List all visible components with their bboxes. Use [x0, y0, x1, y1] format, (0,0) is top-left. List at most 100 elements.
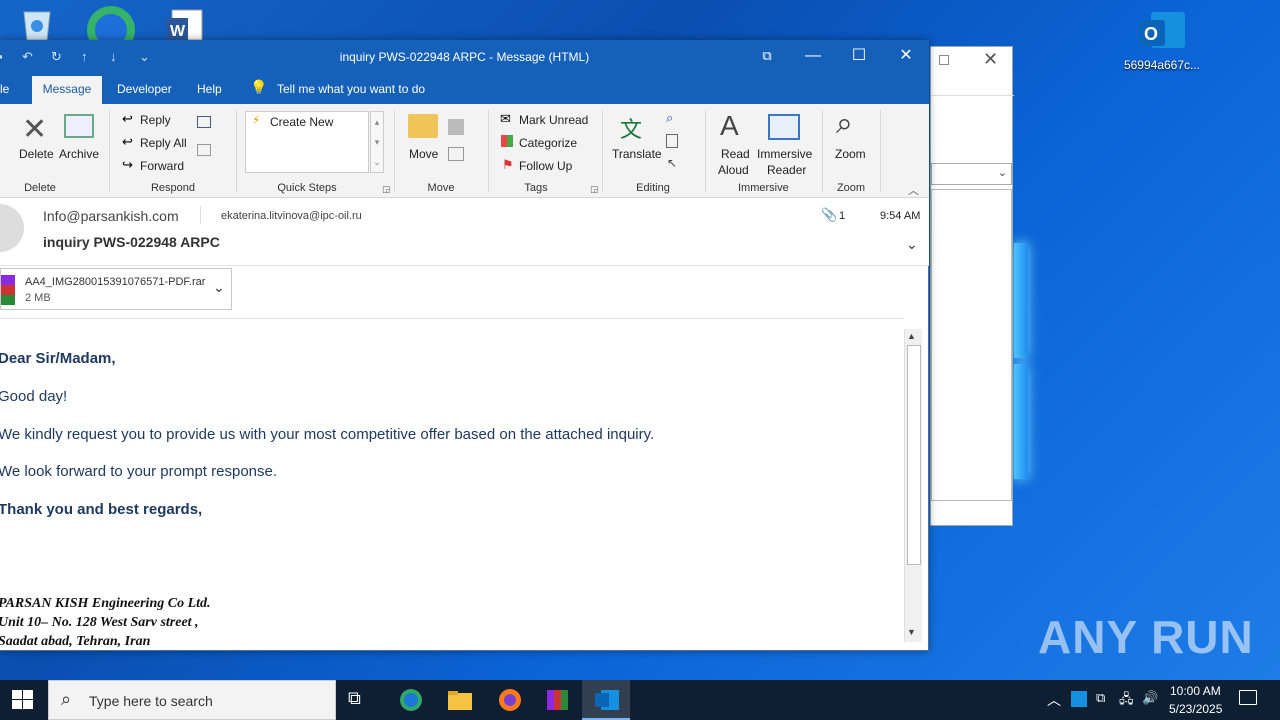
winrar-icon[interactable]: [545, 688, 571, 712]
read-aloud-icon[interactable]: A: [720, 110, 739, 142]
tab-developer[interactable]: Developer: [117, 82, 172, 96]
move-folder-icon[interactable]: [408, 114, 438, 138]
outlook-file-label: 56994a667c...: [1123, 58, 1201, 72]
onenote-icon[interactable]: [448, 119, 464, 135]
ribbon-separator: [822, 110, 823, 192]
firefox-icon[interactable]: [497, 688, 523, 712]
find-icon[interactable]: ⌕: [666, 110, 673, 126]
ribbon-separator: [705, 110, 706, 192]
archive-button[interactable]: Archive: [59, 147, 99, 161]
scroll-thumb[interactable]: [907, 345, 921, 565]
message-window[interactable]: ▪ ↶ ↻ ↑ ↓ ⌄ inquiry PWS-022948 ARPC - Me…: [0, 40, 929, 651]
outlook-tray-icon[interactable]: [1071, 691, 1087, 707]
svg-text:W: W: [170, 23, 186, 40]
read-aloud-button[interactable]: Read: [721, 147, 750, 161]
attachment-card[interactable]: AA4_IMG280015391076571-PDF.rar 2 MB ⌄: [0, 268, 232, 310]
dialog-launcher-icon[interactable]: ◲: [382, 184, 391, 195]
quick-steps-scroll[interactable]: ▴ ▾ ⌄: [370, 111, 384, 173]
show-hidden-icons[interactable]: ︿: [1047, 690, 1061, 710]
chevron-down-icon[interactable]: ⌄: [213, 279, 225, 296]
ribbon: ✕ Delete Archive Delete ↩ Reply ↩ Reply …: [0, 104, 929, 198]
delete-button[interactable]: Delete: [19, 147, 54, 161]
delete-icon[interactable]: ✕: [22, 112, 47, 147]
closing-text: Thank you and best regards,: [0, 501, 203, 518]
reply-button[interactable]: Reply: [140, 113, 171, 127]
zoom-icon[interactable]: ⌕: [836, 107, 853, 141]
select-icon[interactable]: ↖: [667, 156, 677, 170]
collapse-ribbon-icon[interactable]: ︿: [908, 182, 919, 198]
group-editing-label: Editing: [636, 182, 670, 194]
message-header: Info@parsankish.com ekaterina.litvinova@…: [0, 198, 929, 266]
sender-email[interactable]: Info@parsankish.com: [43, 208, 179, 224]
related-icon[interactable]: [666, 134, 678, 148]
immersive-reader-button-line2[interactable]: Reader: [767, 163, 806, 177]
clock-time[interactable]: 10:00 AM: [1170, 684, 1221, 698]
tab-file[interactable]: le: [0, 82, 9, 96]
start-windows-icon[interactable]: [12, 690, 34, 710]
tab-help[interactable]: Help: [197, 82, 222, 96]
group-tags-label: Tags: [524, 182, 548, 194]
greeting-text: Dear Sir/Madam,: [0, 350, 116, 367]
outlook-taskbar-icon[interactable]: [594, 688, 620, 712]
received-time: 9:54 AM: [880, 210, 921, 222]
group-move-label: Move: [427, 182, 455, 194]
background-window[interactable]: ✕ ⌄: [930, 46, 1014, 526]
outlook-file-icon[interactable]: O: [1133, 8, 1191, 56]
scroll-up-arrow-icon[interactable]: ▲: [907, 331, 916, 341]
meeting-icon[interactable]: [197, 116, 211, 128]
close-button[interactable]: ✕: [883, 40, 929, 74]
ribbon-separator: [880, 110, 881, 192]
recipient-email[interactable]: ekaterina.litvinova@ipc-oil.ru: [221, 210, 362, 222]
attachment-count: 1: [839, 210, 846, 222]
immersive-reader-button[interactable]: Immersive: [757, 147, 812, 161]
title-bar[interactable]: ▪ ↶ ↻ ↑ ↓ ⌄ inquiry PWS-022948 ARPC - Me…: [0, 40, 929, 74]
categorize-button[interactable]: Categorize: [519, 136, 577, 150]
immersive-reader-icon[interactable]: [768, 114, 800, 140]
close-icon[interactable]: ✕: [983, 49, 998, 70]
anyrun-watermark: ANY RUN: [1038, 611, 1254, 663]
forward-icon: ↪: [122, 157, 133, 172]
taskbar-search-box[interactable]: ⌕ Type here to search: [48, 680, 336, 720]
search-placeholder: Type here to search: [89, 693, 213, 709]
signature-line: PARSAN KISH Engineering Co Ltd.: [0, 596, 211, 611]
archive-icon[interactable]: [64, 114, 94, 138]
volume-icon[interactable]: 🔊: [1142, 690, 1158, 706]
attachment-size: 2 MB: [25, 292, 51, 304]
tab-message[interactable]: Message: [32, 76, 102, 104]
clock-date[interactable]: 5/23/2025: [1169, 702, 1222, 716]
zoom-button[interactable]: Zoom: [835, 147, 866, 161]
scroll-down-arrow-icon[interactable]: ▼: [907, 627, 916, 637]
translate-icon[interactable]: 文: [620, 112, 642, 144]
paperclip-icon: 📎: [821, 207, 838, 222]
group-respond-label: Respond: [150, 182, 196, 194]
meet-now-icon[interactable]: ⧉: [1096, 690, 1105, 706]
forward-button[interactable]: Forward: [140, 159, 184, 173]
chevron-down-icon: ⌄: [997, 167, 1007, 179]
minimize-button[interactable]: —: [790, 40, 836, 74]
tell-me-search[interactable]: Tell me what you want to do: [277, 82, 425, 96]
search-icon: ⌕: [61, 689, 72, 709]
mark-unread-button[interactable]: Mark Unread: [519, 113, 588, 127]
ribbon-display-icon[interactable]: ⧉: [744, 40, 790, 74]
maximize-button[interactable]: ☐: [836, 40, 882, 74]
more-respond-icon[interactable]: [197, 144, 211, 156]
network-icon[interactable]: 🖧: [1119, 690, 1134, 712]
actions-icon[interactable]: [448, 147, 464, 161]
expand-header-icon[interactable]: ⌄: [906, 236, 918, 253]
notifications-icon[interactable]: [1239, 690, 1257, 705]
dialog-launcher-icon[interactable]: ◲: [590, 184, 599, 195]
maximize-icon[interactable]: [939, 55, 949, 65]
create-new-quickstep[interactable]: Create New: [270, 115, 333, 129]
follow-up-button[interactable]: Follow Up: [519, 159, 572, 173]
file-explorer-icon[interactable]: [447, 688, 473, 712]
background-dropdown[interactable]: ⌄: [931, 163, 1012, 185]
move-button[interactable]: Move: [409, 147, 438, 161]
read-aloud-button-line2[interactable]: Aloud: [718, 163, 749, 177]
vertical-scrollbar[interactable]: ▲ ▼: [904, 329, 922, 642]
translate-button[interactable]: Translate: [612, 147, 662, 161]
reply-all-button[interactable]: Reply All: [140, 136, 187, 150]
edge-taskbar-icon[interactable]: [398, 688, 424, 712]
task-view-icon[interactable]: ⧉: [348, 688, 374, 712]
ribbon-separator: [236, 110, 237, 192]
lightbulb-icon: 💡: [250, 79, 268, 95]
